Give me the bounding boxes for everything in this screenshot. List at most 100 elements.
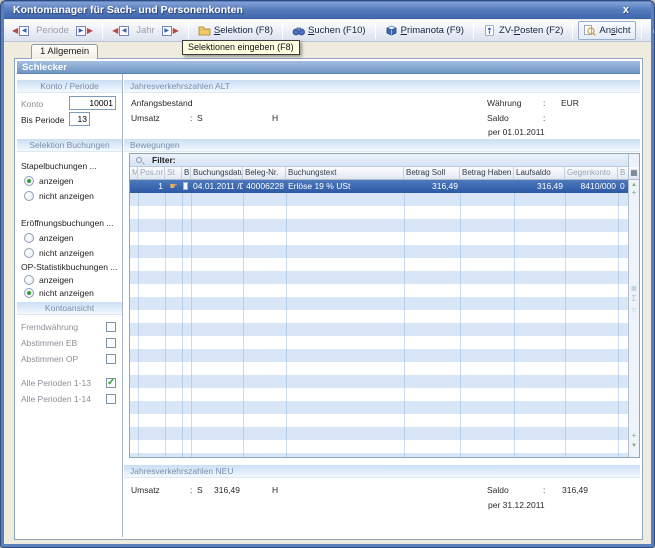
colon: : [190, 485, 192, 495]
titlebar[interactable]: Kontomanager für Sach- und Personenkonte… [4, 2, 651, 19]
left-column: Konto / Periode Konto Bis Periode Selekt… [17, 74, 123, 537]
cell-buchungsdatum: 04.01.2011 /Di [191, 180, 243, 193]
saldo-neu-label: Saldo [487, 485, 509, 495]
scroll-plus-icon[interactable]: + [629, 190, 639, 196]
konto-label: Konto [21, 99, 43, 109]
abstimmen-eb-label: Abstimmen EB [21, 338, 77, 348]
main-panel: Schlecker Konto / Periode Konto Bis Peri… [14, 58, 643, 540]
table-rows-area[interactable]: 1 ☛ 04.01.2011 /Di 40006228 Erlöse 19 % … [130, 180, 628, 457]
table-header-row: M Pos.nr St B Buchungsdatum Beleg-Nr. Bu… [130, 167, 628, 180]
jahresverkehrszahlen-alt-header: Jahresverkehrszahlen ALT [124, 80, 640, 93]
col-header-pos[interactable]: Pos.nr [138, 167, 165, 180]
abstimmen-eb-checkbox[interactable] [106, 338, 116, 348]
col-header-m[interactable]: M [130, 167, 138, 180]
prev-jahr-icon: ◀◀ [112, 26, 129, 36]
eroeffnung-nicht-anzeigen-label: nicht anzeigen [39, 248, 94, 258]
table-row-selected[interactable]: 1 ☛ 04.01.2011 /Di 40006228 Erlöse 19 % … [130, 180, 628, 193]
stapel-anzeigen-radio[interactable] [24, 176, 34, 186]
zv-posten-button[interactable]: ZV-Posten (F2) [479, 22, 567, 39]
konto-input[interactable] [69, 96, 116, 110]
cell-beleg-nr: 40006228 [243, 180, 286, 193]
eroeffnung-anzeigen-radio[interactable] [24, 233, 34, 243]
op-anzeigen-radio[interactable] [24, 275, 34, 285]
op-nicht-anzeigen-radio[interactable] [24, 288, 34, 298]
filter-funnel-icon[interactable]: ▽ [629, 308, 639, 314]
binoculars-search-icon [292, 24, 305, 37]
abstimmen-op-checkbox[interactable] [106, 354, 116, 364]
stapelbuchungen-label: Stapelbuchungen ... [21, 161, 97, 171]
periode-next-button[interactable]: ▶▶ [72, 24, 97, 38]
col-header-gegenkonto[interactable]: Gegenkonto [565, 167, 618, 180]
sum-icon[interactable]: Σ [629, 296, 639, 302]
stapel-nicht-anzeigen-radio[interactable] [24, 191, 34, 201]
eroeffnungsbuchungen-label: Eröffnungsbuchungen ... [21, 218, 113, 228]
table-main: Filter: M Pos.nr St B Buchungsdatum Bele… [130, 154, 628, 457]
jahr-next-button[interactable]: ▶▶ [158, 24, 183, 38]
grid-corner-icon[interactable]: ▦ [629, 167, 639, 180]
waehrung-value: EUR [561, 98, 579, 108]
col-header-buchungsdatum[interactable]: Buchungsdatum [191, 167, 243, 180]
scroll-plus2-icon[interactable]: + [629, 433, 639, 439]
jahr-label: Jahr [136, 25, 154, 36]
toolbar-separator [572, 23, 573, 39]
soll-marker-neu: S [197, 485, 203, 495]
suchen-label: Suchen (F10) [308, 25, 366, 36]
op-nicht-anzeigen-label: nicht anzeigen [39, 288, 94, 298]
col-header-beleg-nr[interactable]: Beleg-Nr. [243, 167, 286, 180]
toolbar-separator [188, 23, 189, 39]
saldo-neu-value: 316,49 [554, 485, 588, 495]
hand-status-icon: ☛ [165, 180, 182, 193]
filter-row[interactable]: Filter: [130, 154, 628, 167]
drucken-button[interactable]: Drucken [647, 22, 655, 39]
ansicht-button[interactable]: Ansicht [578, 21, 635, 40]
colon: : [543, 485, 545, 495]
close-button[interactable]: x [623, 2, 629, 19]
bis-periode-input[interactable] [69, 112, 90, 126]
primanota-button[interactable]: Primanota (F9) [381, 22, 468, 39]
eroeffnung-nicht-anzeigen-radio[interactable] [24, 248, 34, 258]
col-header-b2[interactable]: B [618, 167, 628, 180]
stapel-anzeigen-label: anzeigen [39, 176, 74, 186]
col-header-b[interactable]: B [182, 167, 191, 180]
op-anzeigen-label: anzeigen [39, 275, 74, 285]
abstimmen-op-label: Abstimmen OP [21, 354, 78, 364]
cell-gegenkonto: 8410/000 [565, 180, 618, 193]
zv-posten-label: ZV-Posten (F2) [499, 25, 563, 36]
periode-label: Periode [36, 25, 69, 36]
cell-laufsaldo: 316,49 [514, 180, 565, 193]
stapel-nicht-anzeigen-label: nicht anzeigen [39, 191, 94, 201]
toolbar-separator [641, 23, 642, 39]
toolbar-separator [102, 23, 103, 39]
cell-betrag-soll: 316,49 [404, 180, 460, 193]
col-header-laufsaldo[interactable]: Laufsaldo [514, 167, 565, 180]
fremdwaehrung-checkbox[interactable] [106, 322, 116, 332]
selektion-buchungen-header: Selektion Buchungen [17, 139, 122, 152]
colon: : [543, 113, 545, 123]
jahr-prev-button[interactable]: ◀◀ [108, 24, 133, 38]
cell-buchungstext: Erlöse 19 % USt [286, 180, 404, 193]
next-periode-icon: ▶▶ [76, 26, 93, 36]
bewegungen-header: Bewegungen [124, 139, 640, 152]
suchen-button[interactable]: Suchen (F10) [288, 22, 370, 39]
folder-selection-icon [198, 24, 211, 37]
alle-perioden-13-label: Alle Perioden 1-13 [21, 378, 91, 388]
account-name-header: Schlecker [17, 61, 640, 74]
col-header-st[interactable]: St [165, 167, 182, 180]
empty-rows-stripes [130, 193, 628, 457]
note-icon [183, 182, 188, 190]
colon: : [190, 98, 192, 108]
tooltip: Selektionen eingeben (F8) [182, 40, 300, 55]
alle-perioden-13-checkbox[interactable] [106, 378, 116, 388]
col-header-betrag-soll[interactable]: Betrag Soll [404, 167, 460, 180]
scroll-down-icon[interactable]: ▼ [629, 443, 639, 449]
tab-allgemein[interactable]: 1 Allgemein [31, 44, 98, 59]
alle-perioden-14-checkbox[interactable] [106, 394, 116, 404]
book-icon [385, 24, 398, 37]
col-header-betrag-haben[interactable]: Betrag Haben [460, 167, 514, 180]
periode-prev-button[interactable]: ◀◀ [8, 24, 33, 38]
selektion-button[interactable]: Selektion (F8) [194, 22, 277, 39]
toolbar-separator [473, 23, 474, 39]
col-header-buchungstext[interactable]: Buchungstext [286, 167, 404, 180]
grid-view-icon[interactable]: ▦ [629, 286, 639, 292]
table-scroll-strip[interactable]: ▦ ▲ + ▦ Σ ▽ + ▼ [628, 154, 639, 457]
